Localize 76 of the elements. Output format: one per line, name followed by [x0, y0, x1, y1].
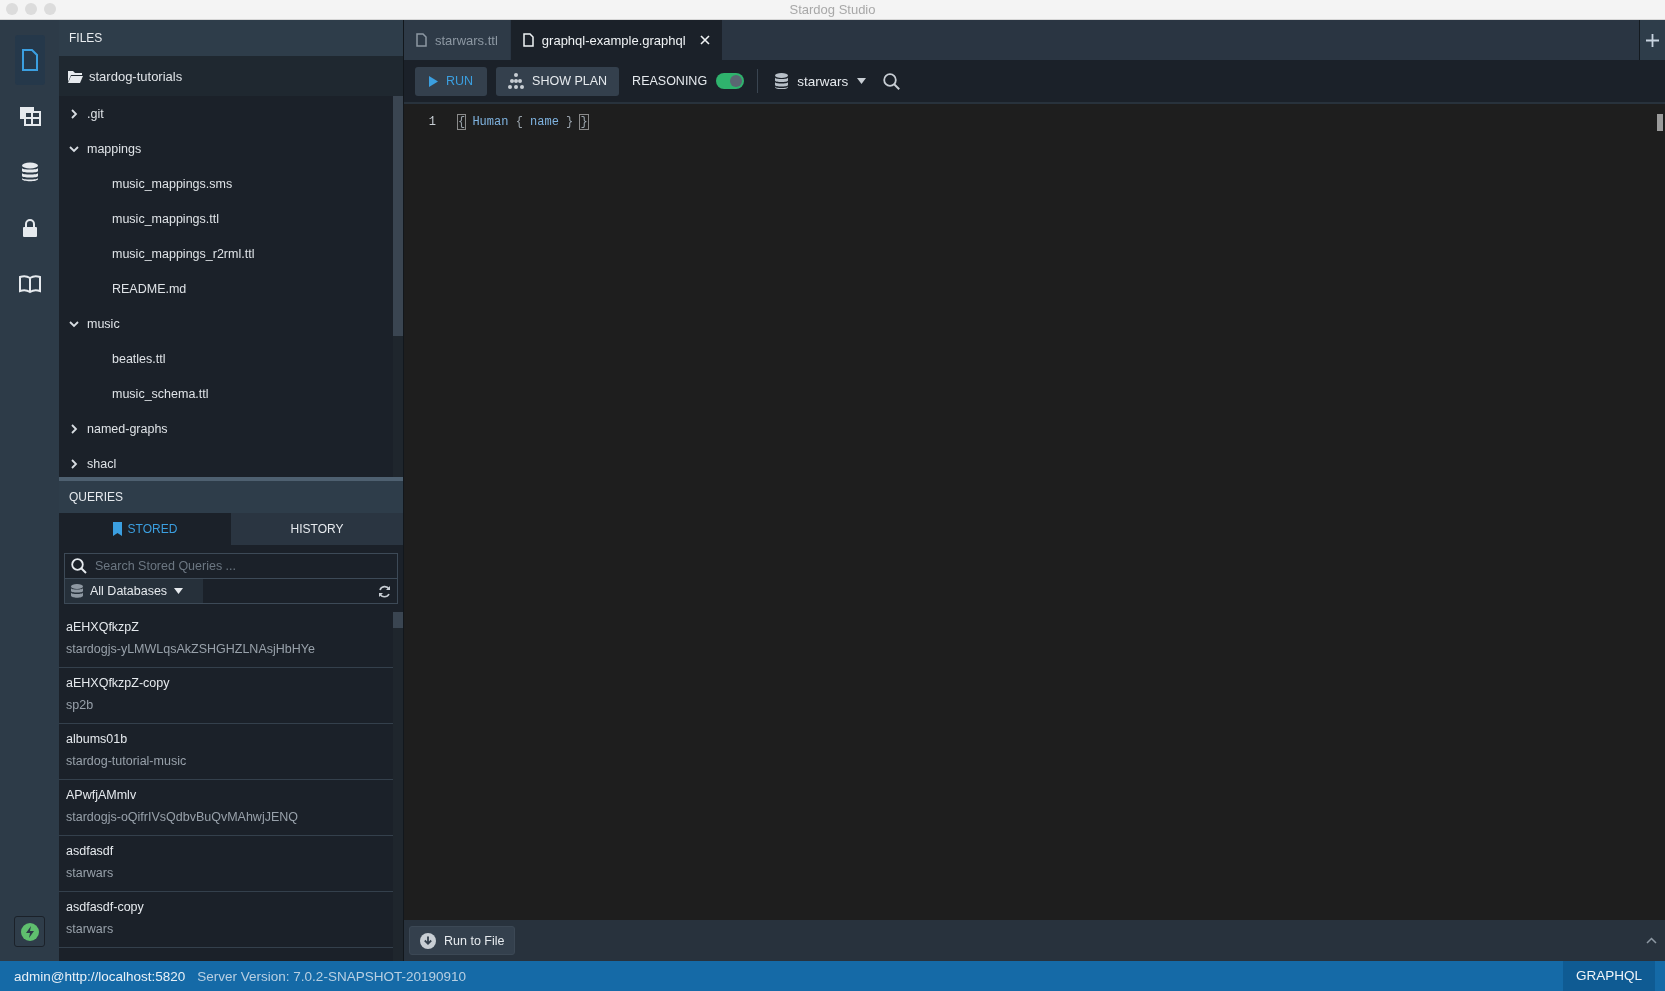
search-input[interactable]: Search Stored Queries ... — [93, 558, 397, 574]
file-item[interactable]: beatles.ttl — [59, 341, 393, 376]
file-item[interactable]: music_mappings_r2rml.ttl — [59, 236, 393, 271]
chevron-up-icon — [1646, 937, 1657, 944]
editor-tab[interactable]: starwars.ttl — [404, 20, 510, 60]
book-icon — [18, 274, 41, 294]
file-item[interactable]: music_schema.ttl — [59, 376, 393, 411]
window-title: Stardog Studio — [789, 2, 876, 17]
expand-button[interactable] — [1646, 937, 1657, 944]
server-version: Server Version: 7.0.2-SNAPSHOT-20190910 — [196, 968, 466, 984]
status-button[interactable] — [14, 916, 45, 947]
lightning-icon — [20, 922, 39, 941]
caret-icon — [857, 78, 867, 84]
file-item[interactable]: music_mappings.sms — [59, 166, 393, 201]
plus-icon — [1646, 33, 1659, 47]
query-filter-box[interactable]: Search Stored Queries ... All Databases — [64, 553, 398, 604]
show-plan-button[interactable]: SHOW PLAN — [496, 66, 620, 96]
database-icon — [775, 73, 789, 89]
line-number: 1 — [427, 115, 436, 129]
sidebar-button[interactable] — [14, 35, 45, 85]
folder-item[interactable]: named-graphs — [59, 411, 393, 446]
scrollbar-thumb[interactable] — [393, 96, 403, 336]
query-database: stardogjs-oQifrIVsQdbvBuQvMAhwjJENQ — [66, 810, 298, 824]
query-name: aEHXQfkzpZ — [66, 620, 139, 634]
language-mode: GRAPHQL — [1562, 961, 1655, 991]
folder-item[interactable]: music — [59, 306, 393, 341]
search-icon — [883, 72, 901, 90]
folder-icon — [67, 69, 83, 83]
new-tab-button[interactable] — [1639, 20, 1665, 60]
connection-label: admin@http://localhost:5820 — [13, 968, 186, 984]
search-icon — [71, 558, 87, 574]
query-name: aEHXQfkzpZ-copy — [66, 676, 170, 690]
query-name: asdfasdf-copy — [66, 900, 144, 914]
download-icon — [420, 932, 436, 949]
play-icon — [429, 75, 438, 87]
bookmark-icon — [112, 522, 122, 536]
root-folder[interactable]: stardog-tutorials — [59, 56, 403, 96]
run-button[interactable]: RUN — [415, 66, 488, 96]
query-database: starwars — [66, 866, 114, 880]
folder-item[interactable]: shacl — [59, 446, 393, 477]
refresh-icon — [378, 584, 391, 598]
code-line: { Human { name } } — [458, 115, 588, 129]
caret-icon — [174, 588, 184, 594]
database-icon — [20, 162, 39, 182]
query-name: asdfasdf — [66, 844, 114, 858]
query-database: starwars — [66, 922, 114, 936]
query-database: stardogjs-yLMWLqsAkZSHGHZLNAsjHbHYe — [66, 642, 315, 656]
file-item[interactable]: music_mappings.ttl — [59, 201, 393, 236]
panel-title: FILES — [59, 20, 403, 56]
panel-title: QUERIES — [59, 481, 403, 513]
document-icon — [20, 49, 39, 71]
query-name: APwfjAMmlv — [66, 788, 137, 802]
database-icon — [71, 584, 83, 598]
query-name: albums01b — [66, 732, 128, 746]
lock-icon — [21, 218, 38, 238]
folder-item[interactable]: mappings — [59, 131, 393, 166]
close-icon — [699, 35, 710, 45]
tab[interactable]: HISTORY — [231, 513, 403, 545]
editor-tab[interactable]: graphql-example.graphql — [510, 20, 722, 60]
scrollbar-thumb[interactable] — [1657, 114, 1663, 131]
query-database: sp2b — [66, 698, 94, 712]
file-item[interactable]: README.md — [59, 271, 393, 306]
table-icon — [18, 106, 41, 126]
scrollbar-thumb[interactable] — [393, 612, 403, 628]
reasoning-toggle[interactable] — [716, 73, 745, 89]
reasoning-label: REASONING — [632, 74, 708, 88]
database-dropdown[interactable]: All Databases — [65, 579, 204, 603]
tree-diagram-icon — [508, 73, 525, 89]
run-to-file-button[interactable]: Run to File — [409, 926, 516, 955]
database-dropdown[interactable]: starwars — [771, 73, 871, 89]
refresh-button[interactable] — [378, 584, 391, 598]
document-icon — [522, 33, 534, 47]
query-database: stardog-tutorial-music — [66, 754, 187, 768]
search-field[interactable]: Search Stored Queries ... — [65, 554, 397, 579]
folder-item[interactable]: .git — [59, 96, 393, 131]
document-icon — [416, 33, 427, 47]
